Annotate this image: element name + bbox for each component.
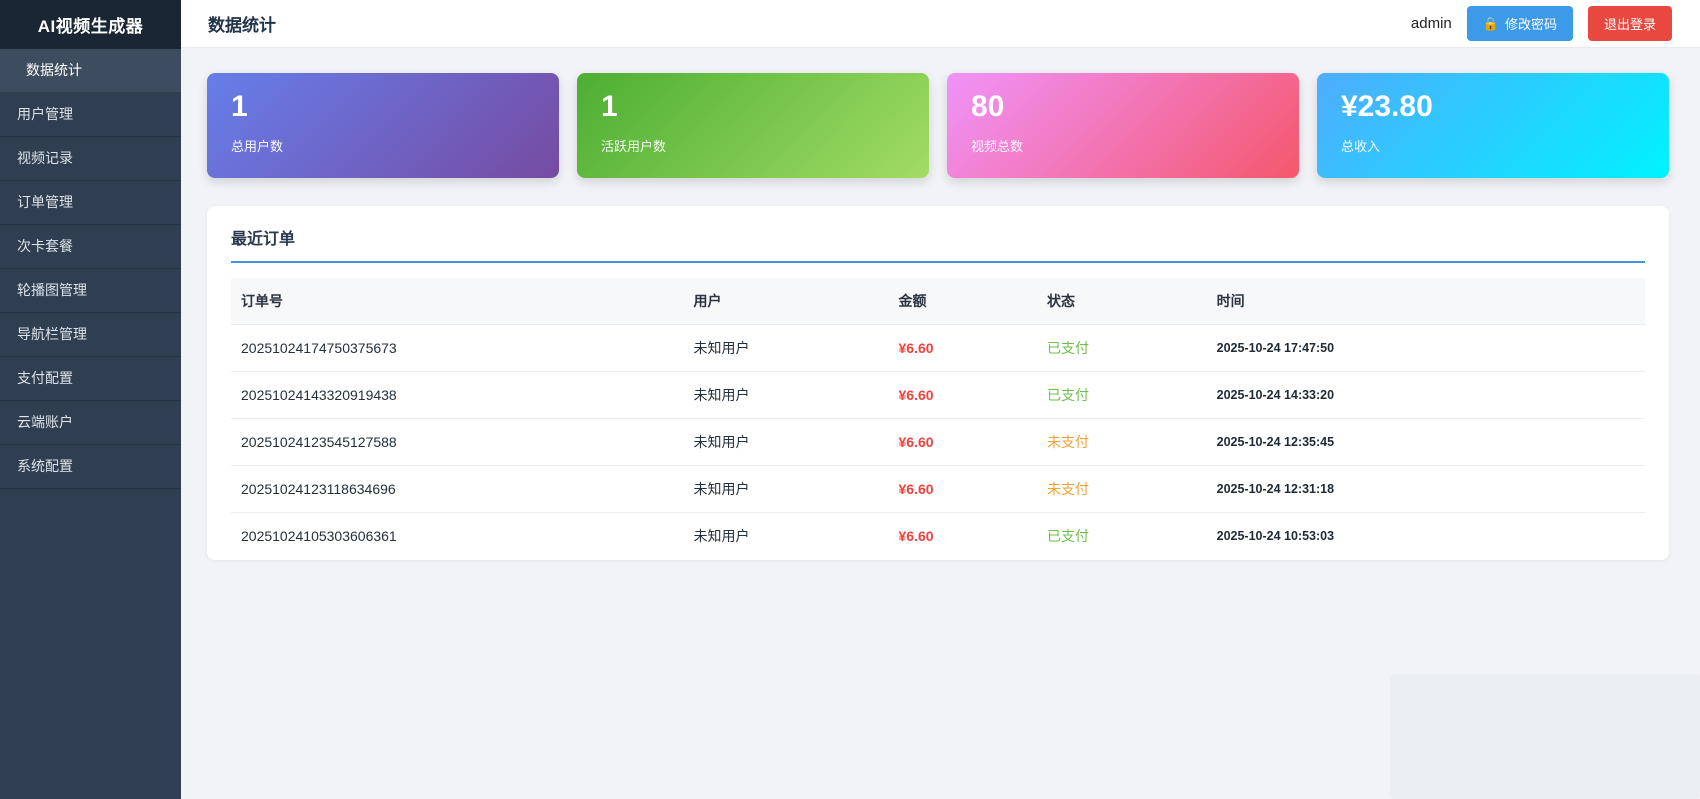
table-row: 20251024143320919438 未知用户 ¥6.60 已支付 2025… bbox=[231, 372, 1645, 419]
faint-watermark bbox=[1390, 674, 1700, 799]
content-area: 1 总用户数 1 活跃用户数 80 视频总数 ¥23.80 总收入 最近订单 bbox=[181, 48, 1700, 799]
stat-card-total-users: 1 总用户数 bbox=[207, 73, 559, 178]
stat-value: 1 bbox=[601, 90, 905, 125]
user-cell: 未知用户 bbox=[683, 466, 888, 513]
user-cell: 未知用户 bbox=[683, 372, 888, 419]
sidebar-item-navbar-mgmt[interactable]: 导航栏管理 bbox=[0, 313, 181, 357]
sidebar: AI视频生成器 数据统计 用户管理 视频记录 订单管理 次卡套餐 轮播图管理 导… bbox=[0, 0, 181, 799]
amount-cell: ¥6.60 bbox=[888, 419, 1036, 466]
top-header: 数据统计 admin 🔒 修改密码 退出登录 bbox=[181, 0, 1700, 48]
change-password-label: 修改密码 bbox=[1505, 14, 1557, 33]
sidebar-item-data-stats[interactable]: 数据统计 bbox=[0, 49, 181, 93]
sidebar-item-system-config[interactable]: 系统配置 bbox=[0, 445, 181, 489]
sidebar-item-user-mgmt[interactable]: 用户管理 bbox=[0, 93, 181, 137]
user-cell: 未知用户 bbox=[683, 513, 888, 560]
username-label: admin bbox=[1411, 15, 1452, 32]
table-row: 20251024174750375673 未知用户 ¥6.60 已支付 2025… bbox=[231, 325, 1645, 372]
stat-value: ¥23.80 bbox=[1341, 90, 1645, 125]
column-header-order-no: 订单号 bbox=[231, 278, 683, 325]
time-cell: 2025-10-24 17:47:50 bbox=[1207, 325, 1645, 372]
user-cell: 未知用户 bbox=[683, 419, 888, 466]
table-row: 20251024123545127588 未知用户 ¥6.60 未支付 2025… bbox=[231, 419, 1645, 466]
column-header-status: 状态 bbox=[1037, 278, 1207, 325]
header-actions: admin 🔒 修改密码 退出登录 bbox=[1411, 6, 1672, 41]
sidebar-item-card-packages[interactable]: 次卡套餐 bbox=[0, 225, 181, 269]
table-row: 20251024123118634696 未知用户 ¥6.60 未支付 2025… bbox=[231, 466, 1645, 513]
order-no-cell: 20251024123118634696 bbox=[231, 466, 683, 513]
stat-value: 1 bbox=[231, 90, 535, 125]
status-cell: 已支付 bbox=[1037, 325, 1207, 372]
stat-card-total-revenue: ¥23.80 总收入 bbox=[1317, 73, 1669, 178]
order-no-cell: 20251024123545127588 bbox=[231, 419, 683, 466]
order-no-cell: 20251024174750375673 bbox=[231, 325, 683, 372]
table-row: 20251024105303606361 未知用户 ¥6.60 已支付 2025… bbox=[231, 513, 1645, 560]
amount-cell: ¥6.60 bbox=[888, 466, 1036, 513]
lock-icon: 🔒 bbox=[1483, 17, 1499, 30]
sidebar-item-payment-config[interactable]: 支付配置 bbox=[0, 357, 181, 401]
sidebar-item-carousel-mgmt[interactable]: 轮播图管理 bbox=[0, 269, 181, 313]
time-cell: 2025-10-24 12:31:18 bbox=[1207, 466, 1645, 513]
app-logo: AI视频生成器 bbox=[0, 0, 181, 49]
column-header-amount: 金额 bbox=[888, 278, 1036, 325]
status-cell: 未支付 bbox=[1037, 419, 1207, 466]
page-title: 数据统计 bbox=[208, 11, 276, 36]
logout-label: 退出登录 bbox=[1604, 14, 1656, 33]
column-header-user: 用户 bbox=[683, 278, 888, 325]
sidebar-item-cloud-account[interactable]: 云端账户 bbox=[0, 401, 181, 445]
stat-label: 活跃用户数 bbox=[601, 136, 905, 155]
amount-cell: ¥6.60 bbox=[888, 513, 1036, 560]
stats-row: 1 总用户数 1 活跃用户数 80 视频总数 ¥23.80 总收入 bbox=[207, 73, 1669, 178]
stat-value: 80 bbox=[971, 90, 1275, 125]
recent-orders-title: 最近订单 bbox=[231, 225, 1645, 263]
stat-label: 视频总数 bbox=[971, 136, 1275, 155]
logout-button[interactable]: 退出登录 bbox=[1588, 6, 1672, 41]
change-password-button[interactable]: 🔒 修改密码 bbox=[1467, 6, 1573, 41]
stat-card-active-users: 1 活跃用户数 bbox=[577, 73, 929, 178]
status-cell: 未支付 bbox=[1037, 466, 1207, 513]
time-cell: 2025-10-24 12:35:45 bbox=[1207, 419, 1645, 466]
status-cell: 已支付 bbox=[1037, 372, 1207, 419]
sidebar-item-order-mgmt[interactable]: 订单管理 bbox=[0, 181, 181, 225]
sidebar-item-video-records[interactable]: 视频记录 bbox=[0, 137, 181, 181]
time-cell: 2025-10-24 14:33:20 bbox=[1207, 372, 1645, 419]
sidebar-menu: 数据统计 用户管理 视频记录 订单管理 次卡套餐 轮播图管理 导航栏管理 支付配… bbox=[0, 49, 181, 489]
orders-table: 订单号 用户 金额 状态 时间 20251024174750375673 未知用… bbox=[231, 278, 1645, 559]
user-cell: 未知用户 bbox=[683, 325, 888, 372]
stat-label: 总用户数 bbox=[231, 136, 535, 155]
stat-label: 总收入 bbox=[1341, 136, 1645, 155]
status-cell: 已支付 bbox=[1037, 513, 1207, 560]
order-no-cell: 20251024105303606361 bbox=[231, 513, 683, 560]
order-no-cell: 20251024143320919438 bbox=[231, 372, 683, 419]
amount-cell: ¥6.60 bbox=[888, 325, 1036, 372]
time-cell: 2025-10-24 10:53:03 bbox=[1207, 513, 1645, 560]
recent-orders-panel: 最近订单 订单号 用户 金额 状态 时间 20251024174 bbox=[207, 206, 1669, 560]
stat-card-total-videos: 80 视频总数 bbox=[947, 73, 1299, 178]
column-header-time: 时间 bbox=[1207, 278, 1645, 325]
main-area: 数据统计 admin 🔒 修改密码 退出登录 1 总用户数 1 活跃用户数 bbox=[181, 0, 1700, 799]
orders-table-header-row: 订单号 用户 金额 状态 时间 bbox=[231, 278, 1645, 325]
amount-cell: ¥6.60 bbox=[888, 372, 1036, 419]
